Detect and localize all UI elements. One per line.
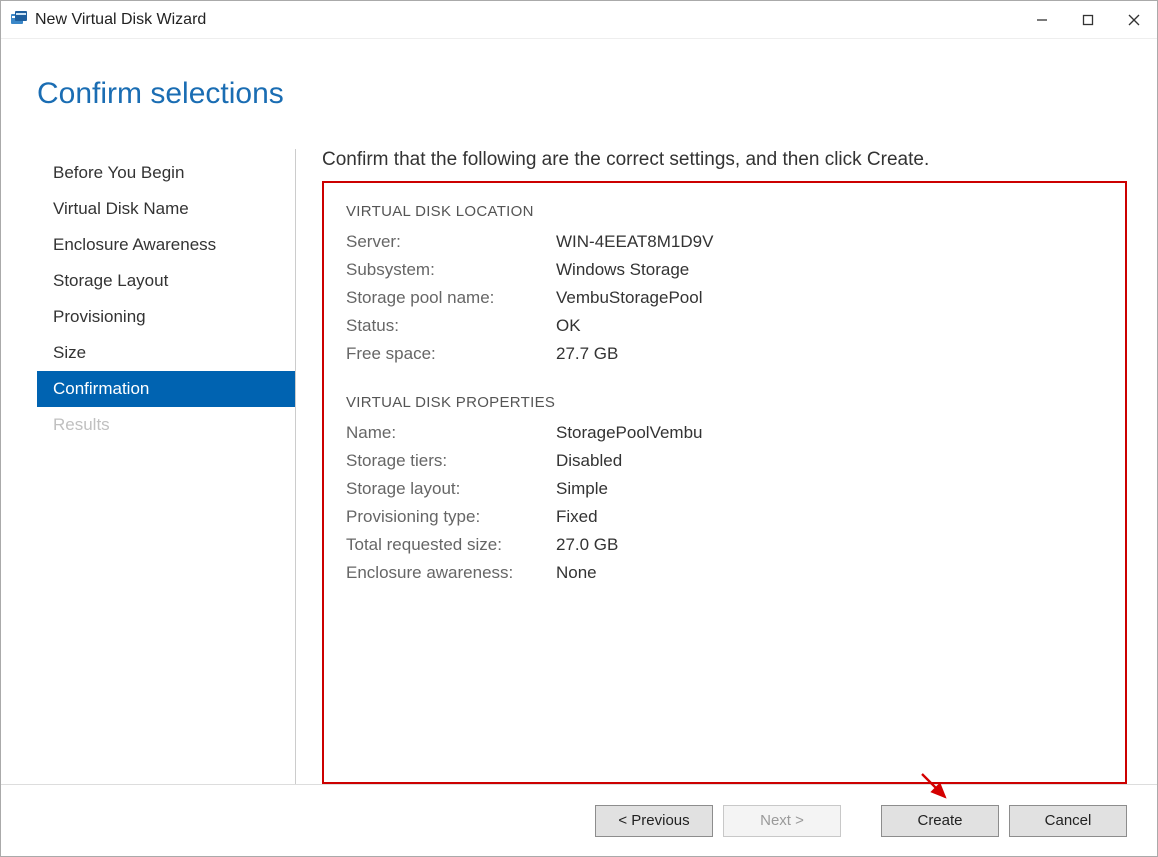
label-total-requested-size: Total requested size:	[346, 535, 556, 555]
sidebar-item-enclosure-awareness[interactable]: Enclosure Awareness	[37, 227, 295, 263]
value-subsystem: Windows Storage	[556, 260, 689, 280]
value-total-requested-size: 27.0 GB	[556, 535, 618, 555]
wizard-window: New Virtual Disk Wizard Confirm selectio…	[0, 0, 1158, 857]
confirmation-panel: VIRTUAL DISK LOCATION Server: WIN-4EEAT8…	[322, 181, 1127, 784]
label-storage-tiers: Storage tiers:	[346, 451, 556, 471]
value-storage-layout: Simple	[556, 479, 608, 499]
label-provisioning-type: Provisioning type:	[346, 507, 556, 527]
body-row: Before You Begin Virtual Disk Name Enclo…	[37, 149, 1127, 784]
titlebar: New Virtual Disk Wizard	[1, 1, 1157, 39]
section-header-location: VIRTUAL DISK LOCATION	[346, 203, 1103, 220]
label-storage-pool-name: Storage pool name:	[346, 288, 556, 308]
label-status: Status:	[346, 316, 556, 336]
label-server: Server:	[346, 232, 556, 252]
row-subsystem: Subsystem: Windows Storage	[346, 256, 1103, 284]
row-enclosure-awareness: Enclosure awareness: None	[346, 559, 1103, 587]
sidebar-item-results: Results	[37, 407, 295, 443]
row-total-requested-size: Total requested size: 27.0 GB	[346, 531, 1103, 559]
main-panel: Confirm that the following are the corre…	[296, 149, 1127, 784]
label-subsystem: Subsystem:	[346, 260, 556, 280]
sidebar-item-confirmation[interactable]: Confirmation	[37, 371, 295, 407]
row-storage-tiers: Storage tiers: Disabled	[346, 447, 1103, 475]
row-storage-layout: Storage layout: Simple	[346, 475, 1103, 503]
label-enclosure-awareness: Enclosure awareness:	[346, 563, 556, 583]
row-provisioning-type: Provisioning type: Fixed	[346, 503, 1103, 531]
window-title: New Virtual Disk Wizard	[35, 11, 1019, 29]
sidebar-item-virtual-disk-name[interactable]: Virtual Disk Name	[37, 191, 295, 227]
row-storage-pool-name: Storage pool name: VembuStoragePool	[346, 284, 1103, 312]
value-name: StoragePoolVembu	[556, 423, 703, 443]
page-title: Confirm selections	[37, 77, 1127, 111]
cancel-button[interactable]: Cancel	[1009, 805, 1127, 837]
value-server: WIN-4EEAT8M1D9V	[556, 232, 713, 252]
sidebar-item-before-you-begin[interactable]: Before You Begin	[37, 155, 295, 191]
label-name: Name:	[346, 423, 556, 443]
label-free-space: Free space:	[346, 344, 556, 364]
sidebar-item-storage-layout[interactable]: Storage Layout	[37, 263, 295, 299]
next-button: Next >	[723, 805, 841, 837]
previous-button[interactable]: < Previous	[595, 805, 713, 837]
app-icon	[9, 11, 27, 29]
wizard-steps-sidebar: Before You Begin Virtual Disk Name Enclo…	[37, 149, 296, 784]
content-area: Confirm selections Before You Begin Virt…	[1, 39, 1157, 784]
row-server: Server: WIN-4EEAT8M1D9V	[346, 228, 1103, 256]
section-header-properties: VIRTUAL DISK PROPERTIES	[346, 394, 1103, 411]
value-provisioning-type: Fixed	[556, 507, 598, 527]
row-status: Status: OK	[346, 312, 1103, 340]
label-storage-layout: Storage layout:	[346, 479, 556, 499]
row-name: Name: StoragePoolVembu	[346, 419, 1103, 447]
value-storage-tiers: Disabled	[556, 451, 622, 471]
close-button[interactable]	[1111, 2, 1157, 38]
footer: < Previous Next > Create Cancel	[1, 784, 1157, 856]
maximize-button[interactable]	[1065, 2, 1111, 38]
value-enclosure-awareness: None	[556, 563, 597, 583]
sidebar-item-size[interactable]: Size	[37, 335, 295, 371]
instruction-text: Confirm that the following are the corre…	[322, 149, 1127, 171]
row-free-space: Free space: 27.7 GB	[346, 340, 1103, 368]
sidebar-item-provisioning[interactable]: Provisioning	[37, 299, 295, 335]
create-button[interactable]: Create	[881, 805, 999, 837]
minimize-button[interactable]	[1019, 2, 1065, 38]
value-free-space: 27.7 GB	[556, 344, 618, 364]
value-status: OK	[556, 316, 581, 336]
value-storage-pool-name: VembuStoragePool	[556, 288, 703, 308]
